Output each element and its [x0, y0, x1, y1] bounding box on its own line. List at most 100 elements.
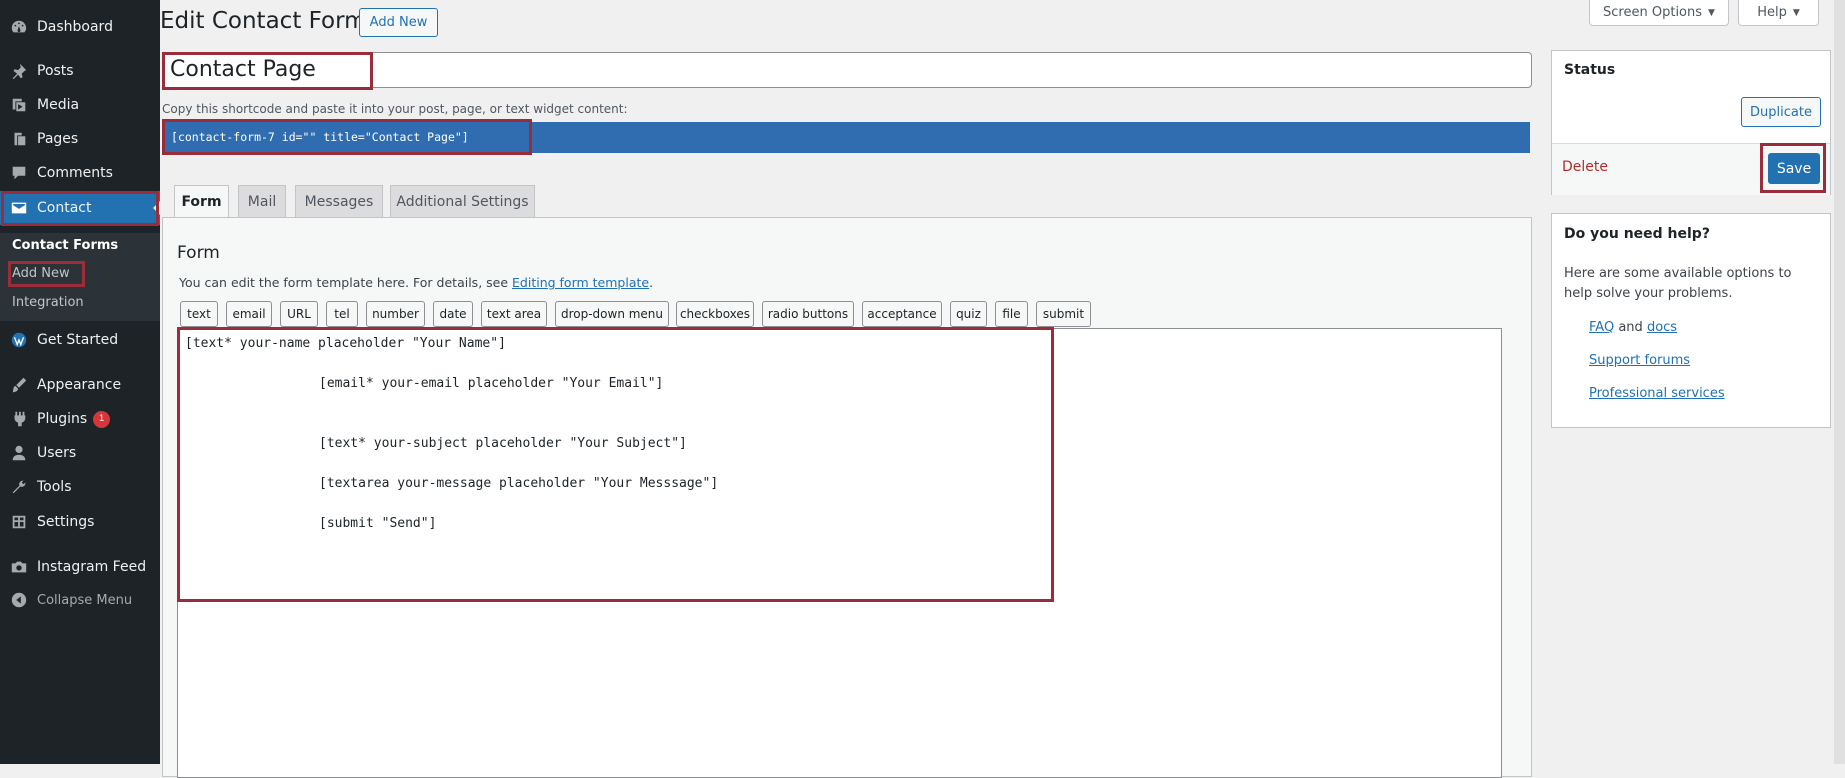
description-end: . [649, 275, 654, 290]
shortcode-hint: Copy this shortcode and paste it into yo… [162, 102, 628, 116]
editing-form-template-link[interactable]: Editing form template [512, 275, 649, 290]
tab-form[interactable]: Form [174, 185, 229, 218]
tag-button-file[interactable]: file [995, 301, 1028, 327]
submenu-contact-forms[interactable]: Contact Forms [12, 238, 118, 253]
tag-button-radio-buttons[interactable]: radio buttons [762, 301, 854, 327]
screen-options-button[interactable]: Screen Options ▼ [1589, 0, 1729, 26]
tab-mail[interactable]: Mail [238, 185, 286, 218]
settings-icon [9, 512, 29, 532]
tag-button-text-area[interactable]: text area [481, 301, 547, 327]
sidebar-item-label: Tools [37, 479, 72, 495]
sidebar-item-label: Settings [37, 514, 95, 530]
sidebar-item-get-started[interactable]: Get Started [0, 323, 160, 357]
sidebar-item-label: Pages [37, 131, 79, 147]
plugin-icon [9, 409, 29, 429]
form-description: You can edit the form template here. For… [179, 275, 653, 290]
template-line: [textarea your-message placeholder "Your… [319, 476, 719, 491]
submenu-add-new[interactable]: Add New [12, 266, 70, 281]
scrollbar[interactable] [1834, 0, 1845, 764]
tag-button-number[interactable]: number [366, 301, 425, 327]
sidebar-item-label: Media [37, 97, 80, 113]
help-text: Here are some available options to help … [1564, 266, 1792, 301]
professional-services-link[interactable]: Professional services [1589, 386, 1725, 401]
pin-icon [9, 61, 29, 81]
template-line: [text* your-subject placeholder "Your Su… [319, 436, 687, 451]
current-menu-arrow [153, 201, 160, 215]
submenu-integration[interactable]: Integration [12, 295, 84, 310]
tag-button-text[interactable]: text [180, 301, 218, 327]
sidebar-item-label: Plugins [37, 411, 88, 427]
sidebar-item-comments[interactable]: Comments [0, 156, 160, 190]
help-box: Do you need help? Here are some availabl… [1551, 213, 1831, 428]
sidebar-item-posts[interactable]: Posts [0, 54, 160, 88]
tag-button-date[interactable]: date [433, 301, 473, 327]
help-title: Do you need help? [1564, 226, 1710, 242]
sidebar-item-appearance[interactable]: Appearance [0, 368, 160, 402]
duplicate-button[interactable]: Duplicate [1741, 97, 1821, 127]
sidebar-item-label: Contact [37, 200, 92, 216]
sidebar-item-label: Users [37, 445, 77, 461]
sidebar-item-tools[interactable]: Tools [0, 470, 160, 504]
template-line: [text* your-name placeholder "Your Name"… [185, 336, 506, 351]
tag-button-url[interactable]: URL [280, 301, 318, 327]
docs-link[interactable]: docs [1647, 320, 1677, 335]
description-text: You can edit the form template here. For… [179, 275, 513, 290]
section-title: Form [177, 243, 220, 263]
tag-button-quiz[interactable]: quiz [950, 301, 987, 327]
tab-messages[interactable]: Messages [295, 185, 383, 218]
help-button[interactable]: Help ▼ [1738, 0, 1819, 26]
tag-button-acceptance[interactable]: acceptance [862, 301, 942, 327]
mail-icon [9, 198, 29, 218]
sidebar-item-label: Dashboard [37, 19, 113, 35]
comments-icon [9, 163, 29, 183]
template-line: [submit "Send"] [319, 516, 437, 531]
sidebar-item-label: Appearance [37, 377, 122, 393]
delete-link[interactable]: Delete [1562, 159, 1608, 175]
dashboard-icon [9, 17, 29, 37]
faq-link[interactable]: FAQ [1589, 320, 1614, 335]
faq-docs-line: FAQ and docs [1589, 320, 1677, 335]
tag-button-tel[interactable]: tel [326, 301, 358, 327]
media-icon [9, 95, 29, 115]
template-line: [email* your-email placeholder "Your Ema… [319, 376, 664, 391]
sidebar-item-media[interactable]: Media [0, 88, 160, 122]
collapse-menu-button[interactable]: Collapse Menu [0, 583, 160, 617]
admin-sidebar: Dashboard Posts Media Pages Comments Con… [0, 0, 160, 764]
status-actions: Delete Save [1552, 143, 1830, 195]
tag-button-drop-down-menu[interactable]: drop-down menu [555, 301, 669, 327]
pages-icon [9, 129, 29, 149]
sidebar-item-pages[interactable]: Pages [0, 122, 160, 156]
tab-additional-settings[interactable]: Additional Settings [390, 185, 535, 218]
sidebar-item-label: Posts [37, 63, 74, 79]
contact-submenu: Contact Forms Add New Integration [0, 233, 160, 321]
sidebar-item-label: Get Started [37, 332, 119, 348]
sidebar-item-plugins[interactable]: Plugins 1 [0, 402, 160, 436]
support-forums-link[interactable]: Support forums [1589, 353, 1690, 368]
user-icon [9, 443, 29, 463]
form-template-textarea[interactable]: [text* your-name placeholder "Your Name"… [177, 328, 1502, 778]
sidebar-item-instagram-feed[interactable]: Instagram Feed [0, 550, 160, 584]
sidebar-item-dashboard[interactable]: Dashboard [0, 10, 160, 44]
wordpress-icon [9, 330, 29, 350]
camera-icon [9, 557, 29, 577]
caret-down-icon: ▼ [1792, 7, 1800, 18]
save-button[interactable]: Save [1768, 153, 1820, 184]
tag-button-checkboxes[interactable]: checkboxes [676, 301, 754, 327]
sidebar-item-users[interactable]: Users [0, 436, 160, 470]
brush-icon [9, 375, 29, 395]
tag-button-email[interactable]: email [226, 301, 272, 327]
screen-options-label: Screen Options [1603, 5, 1703, 20]
sidebar-item-label: Comments [37, 165, 113, 181]
sidebar-item-contact[interactable]: Contact [0, 191, 160, 225]
tag-button-submit[interactable]: submit [1036, 301, 1091, 327]
sidebar-item-settings[interactable]: Settings [0, 505, 160, 539]
sidebar-item-label: Instagram Feed [37, 559, 147, 575]
collapse-icon [9, 590, 29, 610]
page-title: Edit Contact Form [160, 8, 367, 34]
caret-down-icon: ▼ [1708, 7, 1715, 18]
status-box: Status Duplicate Delete Save [1551, 50, 1831, 195]
shortcode-field[interactable]: [contact-form-7 id="" title="Contact Pag… [162, 122, 1530, 153]
help-label: Help [1757, 5, 1787, 20]
add-new-button[interactable]: Add New [359, 8, 438, 37]
form-title-input[interactable]: Contact Page [162, 52, 1532, 88]
